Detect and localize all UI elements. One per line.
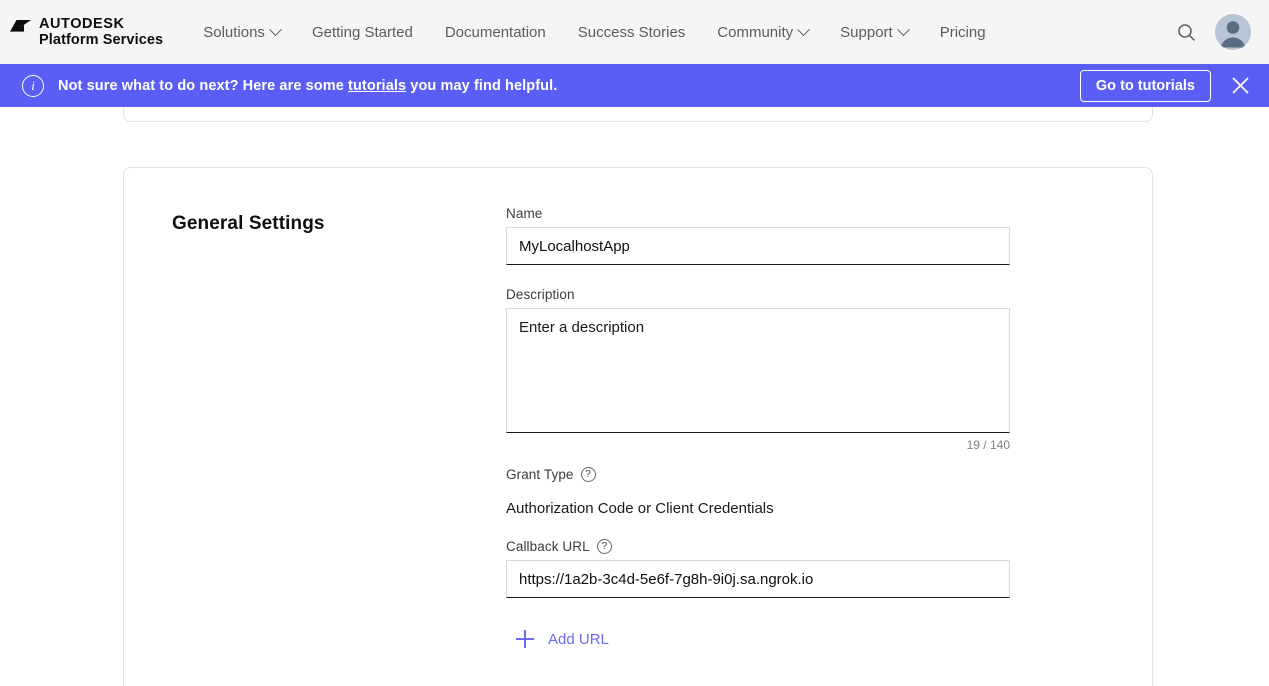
banner-text-before: Not sure what to do next? Here are some: [58, 77, 349, 94]
grant-type-field-group: Grant Type ? Authorization Code or Clien…: [506, 467, 1010, 517]
brand-line-autodesk: AUTODESK: [39, 15, 125, 32]
name-field-group: Name: [506, 206, 1010, 265]
general-settings-layout: General Settings Name Description Enter …: [124, 206, 1152, 653]
settings-form-fields: Name Description Enter a description 19 …: [506, 206, 1058, 653]
banner-tutorials-link[interactable]: tutorials: [348, 78, 406, 94]
search-icon[interactable]: [1173, 19, 1199, 45]
nav-item-getting-started[interactable]: Getting Started: [296, 16, 429, 49]
nav-item-community[interactable]: Community: [701, 16, 824, 49]
name-field-label: Name: [506, 206, 543, 221]
callback-url-label: Callback URL: [506, 539, 590, 554]
grant-type-value: Authorization Code or Client Credentials: [506, 500, 774, 517]
nav-label-support: Support: [840, 23, 893, 41]
nav-item-solutions[interactable]: Solutions: [187, 16, 296, 49]
nav-item-documentation[interactable]: Documentation: [429, 16, 562, 49]
nav-label-solutions: Solutions: [203, 23, 265, 41]
description-textarea[interactable]: Enter a description: [506, 308, 1010, 433]
banner-message: Not sure what to do next? Here are some …: [58, 78, 557, 94]
user-avatar[interactable]: [1215, 14, 1251, 50]
nav-label-success-stories: Success Stories: [577, 23, 686, 41]
nav-label-community: Community: [717, 23, 794, 41]
top-navigation-bar: AUTODESK Platform Services Solutions Get…: [0, 0, 1269, 64]
nav-item-success-stories[interactable]: Success Stories: [562, 16, 702, 49]
callback-url-field-group: Callback URL ?: [506, 539, 1010, 598]
page-content: General Settings Name Description Enter …: [0, 107, 1269, 686]
callback-url-input[interactable]: [506, 560, 1010, 598]
callback-url-label-row: Callback URL ?: [506, 539, 1010, 554]
go-to-tutorials-button[interactable]: Go to tutorials: [1079, 69, 1211, 102]
info-circle-icon: i: [22, 74, 44, 97]
nav-label-pricing: Pricing: [939, 23, 986, 41]
description-field-label: Description: [506, 287, 575, 302]
nav-label-documentation: Documentation: [444, 23, 546, 41]
tutorials-notification-banner: i Not sure what to do next? Here are som…: [0, 64, 1269, 107]
brand-logo-link[interactable]: AUTODESK Platform Services: [10, 16, 163, 48]
chevron-down-icon: [896, 22, 910, 36]
brand-line-platform-services: Platform Services: [39, 32, 164, 48]
autodesk-logo-icon: [10, 19, 32, 37]
banner-text-after: you may find helpful.: [406, 77, 558, 94]
brand-wordmark: AUTODESK Platform Services: [39, 16, 163, 48]
name-input[interactable]: [506, 227, 1010, 265]
field-spacer: [506, 452, 1010, 467]
description-char-count: 19 / 140: [966, 438, 1010, 452]
plus-icon: [516, 630, 534, 648]
help-circle-icon[interactable]: ?: [580, 467, 596, 482]
description-field-group: Description Enter a description 19 / 140: [506, 287, 1010, 452]
grant-type-label-row: Grant Type ?: [506, 467, 1010, 482]
nav-item-support[interactable]: Support: [824, 16, 924, 49]
nav-right-actions: [1173, 14, 1255, 50]
add-url-button[interactable]: Add URL: [506, 626, 609, 652]
field-spacer: [506, 265, 1010, 287]
previous-card-partial: [123, 107, 1153, 122]
grant-type-label: Grant Type: [506, 467, 574, 482]
field-spacer: [506, 517, 1010, 539]
page-title: General Settings: [172, 213, 325, 234]
chevron-down-icon: [269, 22, 282, 36]
help-circle-icon[interactable]: ?: [596, 539, 612, 554]
banner-actions: Go to tutorials: [1079, 69, 1255, 102]
add-url-label: Add URL: [548, 630, 609, 648]
close-icon[interactable]: [1225, 71, 1255, 101]
main-nav-links: Solutions Getting Started Documentation …: [187, 16, 1173, 49]
general-settings-card: General Settings Name Description Enter …: [123, 167, 1153, 686]
nav-item-pricing[interactable]: Pricing: [924, 16, 1002, 49]
chevron-down-icon: [797, 22, 811, 36]
nav-label-getting-started: Getting Started: [311, 23, 413, 41]
